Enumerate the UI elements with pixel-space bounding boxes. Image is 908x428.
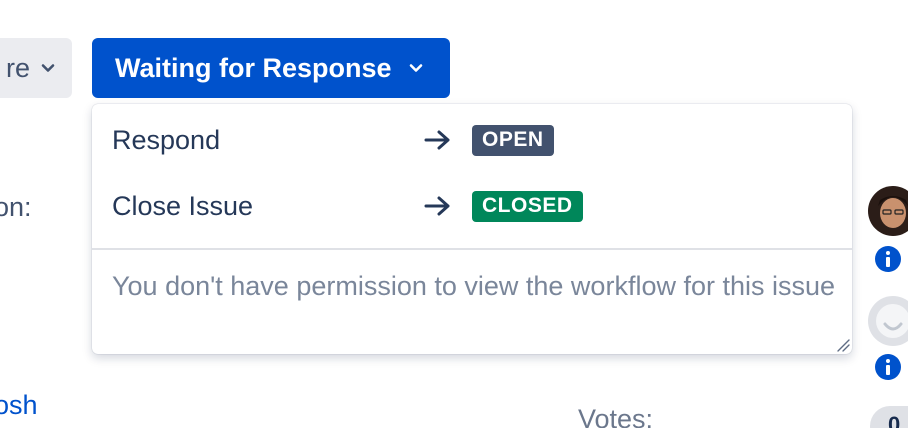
- chevron-down-icon: [41, 64, 55, 72]
- status-lozenge-open: OPEN: [472, 124, 554, 156]
- transition-label: Close Issue: [112, 190, 254, 221]
- field-label-fragment: on:: [0, 192, 32, 222]
- avatar[interactable]: [868, 296, 908, 346]
- more-actions-label: re: [5, 52, 30, 83]
- transition-item-respond[interactable]: Respond OPEN: [92, 107, 852, 173]
- avatar[interactable]: [868, 186, 908, 236]
- transition-item-close-issue[interactable]: Close Issue CLOSED: [92, 173, 852, 239]
- arrow-right-icon: [424, 196, 450, 216]
- issue-view: re Waiting for Response on: osh Votes: 0…: [0, 0, 908, 428]
- info-icon[interactable]: [874, 353, 902, 381]
- chevron-down-icon: [409, 64, 422, 72]
- resize-grip-icon[interactable]: [836, 338, 850, 352]
- status-label: Waiting for Response: [115, 52, 392, 83]
- user-link-fragment[interactable]: osh: [0, 390, 38, 421]
- status-lozenge-closed: CLOSED: [472, 190, 583, 222]
- permission-note: You don't have permission to view the wo…: [112, 271, 836, 301]
- more-actions-button[interactable]: re: [0, 38, 72, 98]
- status-dropdown-button[interactable]: Waiting for Response: [92, 38, 450, 98]
- votes-label: Votes:: [578, 404, 654, 428]
- arrow-right-icon: [424, 130, 450, 150]
- transition-label: Respond: [112, 124, 221, 155]
- transition-menu: Respond OPEN Close Issue CLOSED You don'…: [92, 104, 852, 354]
- info-icon[interactable]: [874, 245, 902, 273]
- menu-divider: [92, 248, 852, 250]
- votes-count-badge[interactable]: 0: [870, 406, 908, 428]
